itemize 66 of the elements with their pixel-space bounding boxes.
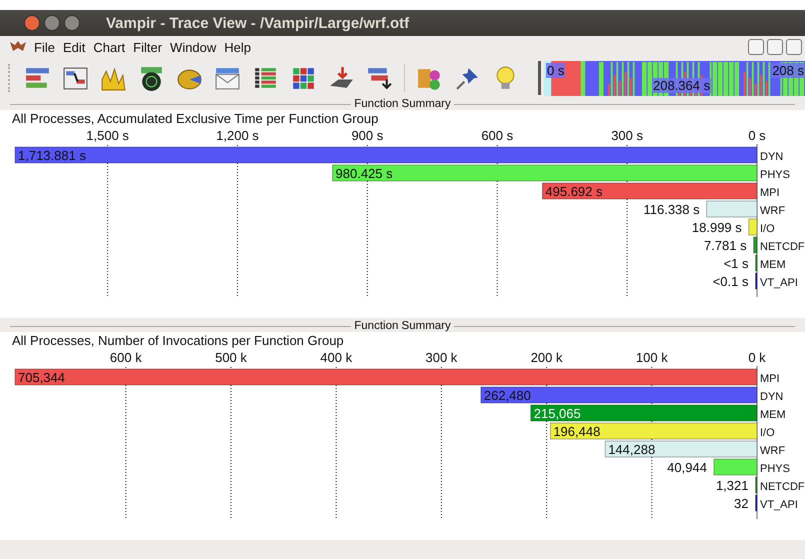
category-label: VT_API	[760, 499, 798, 511]
category-label: DYN	[760, 391, 784, 403]
axis-tick-label: 1,500 s	[86, 128, 129, 143]
menu-item[interactable]: Edit	[60, 40, 92, 54]
menu-item[interactable]: File	[32, 40, 61, 54]
close-button[interactable]	[24, 15, 40, 31]
axis-tick-label: 100 k	[636, 350, 668, 365]
category-label: NETCDF	[760, 481, 805, 493]
minimize-button[interactable]	[748, 39, 764, 55]
category-label: DYN	[760, 151, 784, 163]
close-button[interactable]	[786, 39, 802, 55]
value-label: <0.1 s	[712, 274, 748, 289]
axis-tick-label: 900 s	[351, 128, 384, 143]
category-label: VT_API	[760, 277, 798, 289]
restore-button[interactable]	[767, 39, 783, 55]
category-label: WRF	[760, 445, 786, 457]
value-label: 1,321	[716, 478, 748, 493]
axis-tick-label: 600 k	[110, 350, 142, 365]
category-label: I/O	[760, 427, 775, 439]
maximize-button[interactable]	[64, 15, 80, 31]
panel-header: Function Summary	[354, 320, 451, 332]
axis-tick-label: 600 s	[481, 128, 514, 143]
category-label: PHYS	[760, 169, 790, 181]
category-label: NETCDF	[760, 241, 805, 253]
window-title: Vampir - Trace View - /Vampir/Large/wrf.otf	[106, 14, 410, 32]
value-label: 18.999 s	[692, 220, 742, 235]
menu-item[interactable]: Window	[168, 40, 222, 54]
time-label: 0 s	[546, 62, 566, 78]
axis-tick-label: 1,200 s	[216, 128, 259, 143]
menu-item[interactable]: Help	[222, 40, 258, 54]
axis-tick-label: 400 k	[320, 350, 352, 365]
value-label: 215,065	[534, 406, 581, 421]
category-label: MEM	[760, 409, 786, 421]
category-label: WRF	[760, 205, 786, 217]
axis-tick-label: 200 k	[530, 350, 562, 365]
category-label: PHYS	[760, 463, 790, 475]
value-label: 262,480	[484, 388, 531, 403]
menu-item[interactable]: Chart	[91, 40, 132, 54]
axis-tick-label: 300 k	[426, 350, 458, 365]
value-label: 116.338 s	[644, 202, 700, 217]
value-label: 32	[734, 496, 748, 511]
category-label: I/O	[760, 223, 775, 235]
value-label: 144,288	[608, 442, 656, 457]
minimize-button[interactable]	[44, 15, 60, 31]
value-label: 1,713.881 s	[18, 148, 86, 163]
category-label: MEM	[760, 259, 786, 271]
category-label: MPI	[760, 373, 780, 385]
menu-item[interactable]: Filter	[131, 40, 168, 54]
chart-title: All Processes, Number of Invocations per Function Group	[11, 332, 345, 349]
axis-tick-label: 0 k	[748, 350, 766, 365]
time-label: 208.364 s	[652, 78, 712, 92]
panel-header: Function Summary	[354, 98, 451, 110]
value-label: 196,448	[553, 424, 600, 439]
category-label: MPI	[760, 187, 780, 199]
value-label: 495.692 s	[545, 184, 602, 199]
time-label: 208 s	[771, 62, 805, 78]
axis-tick-label: 500 k	[215, 350, 247, 365]
axis-tick-label: 300 s	[611, 128, 644, 143]
chart-title: All Processes, Accumulated Exclusive Time per Function Group	[11, 110, 380, 127]
value-label: <1 s	[724, 256, 748, 271]
value-label: 40,944	[667, 460, 707, 475]
value-label: 980.425 s	[336, 166, 393, 181]
value-label: 705,344	[18, 370, 65, 385]
radar-icon[interactable]	[138, 64, 165, 92]
axis-tick-label: 0 s	[748, 128, 766, 143]
value-label: 7.781 s	[704, 238, 747, 253]
